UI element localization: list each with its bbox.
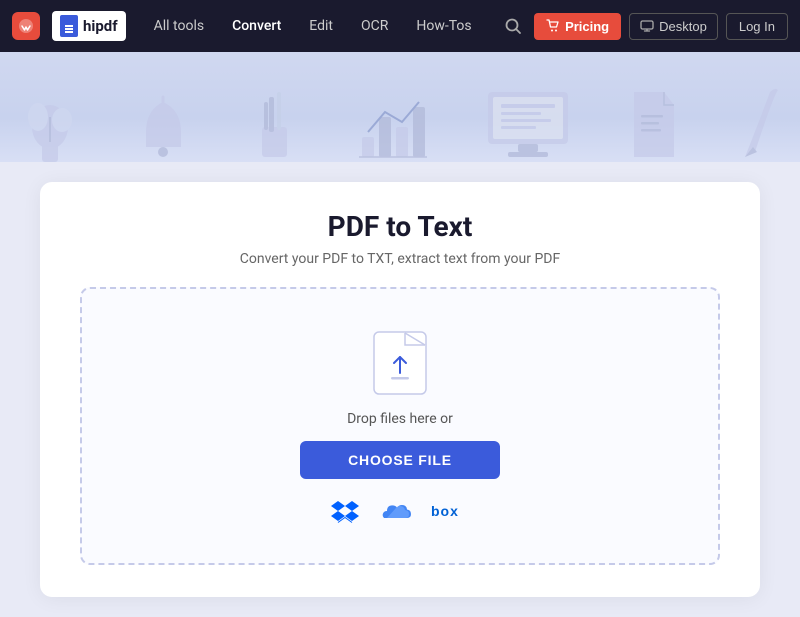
svg-text:box: box — [431, 503, 459, 519]
nav-convert[interactable]: Convert — [220, 12, 293, 40]
nav-edit[interactable]: Edit — [297, 12, 345, 40]
desktop-button[interactable]: Desktop — [629, 13, 718, 40]
plant-illustration — [20, 72, 80, 162]
desktop-icon — [640, 20, 654, 32]
main-content: PDF to Text Convert your PDF to TXT, ext… — [0, 162, 800, 617]
hipdf-icon — [60, 15, 78, 37]
box-icon[interactable]: box — [431, 502, 469, 520]
nav-ocr[interactable]: OCR — [349, 12, 400, 40]
wondershare-logo[interactable] — [12, 12, 40, 40]
chart-illustration — [357, 82, 427, 162]
login-label: Log In — [739, 19, 775, 34]
upload-card: PDF to Text Convert your PDF to TXT, ext… — [40, 182, 760, 597]
drop-zone[interactable]: Drop files here or CHOOSE FILE — [80, 287, 720, 565]
nav-how-tos[interactable]: How-Tos — [404, 12, 483, 40]
file-upload-icon — [373, 331, 427, 395]
login-button[interactable]: Log In — [726, 13, 788, 40]
hipdf-text: hipdf — [83, 17, 118, 35]
pricing-button[interactable]: Pricing — [534, 13, 621, 40]
nav-actions: Pricing Desktop Log In — [500, 13, 788, 40]
drop-text: Drop files here or — [347, 411, 453, 427]
page-title: PDF to Text — [328, 210, 473, 243]
search-icon[interactable] — [500, 13, 526, 39]
desktop-label: Desktop — [659, 19, 707, 34]
onedrive-icon[interactable] — [379, 500, 411, 522]
pricing-label: Pricing — [565, 19, 609, 34]
nav-links: All tools Convert Edit OCR How-Tos — [142, 12, 492, 40]
cloud-providers: box — [331, 499, 469, 523]
navbar: hipdf All tools Convert Edit OCR How-Tos… — [0, 0, 800, 52]
ws-icon — [12, 12, 40, 40]
quill-illustration — [735, 82, 780, 162]
dropbox-icon[interactable] — [331, 499, 359, 523]
hipdf-logo[interactable]: hipdf — [52, 11, 126, 41]
page-subtitle: Convert your PDF to TXT, extract text fr… — [240, 251, 560, 267]
choose-file-button[interactable]: CHOOSE FILE — [300, 441, 500, 479]
bell-illustration — [136, 92, 191, 162]
upload-icon — [371, 329, 429, 397]
hero-background — [0, 52, 800, 162]
pencil-holder-illustration — [247, 82, 302, 162]
nav-all-tools[interactable]: All tools — [142, 12, 216, 40]
pricing-cart-icon — [546, 19, 560, 33]
document-illustration — [629, 87, 679, 162]
monitor-illustration — [483, 82, 573, 162]
hero-illustrations — [0, 72, 800, 162]
